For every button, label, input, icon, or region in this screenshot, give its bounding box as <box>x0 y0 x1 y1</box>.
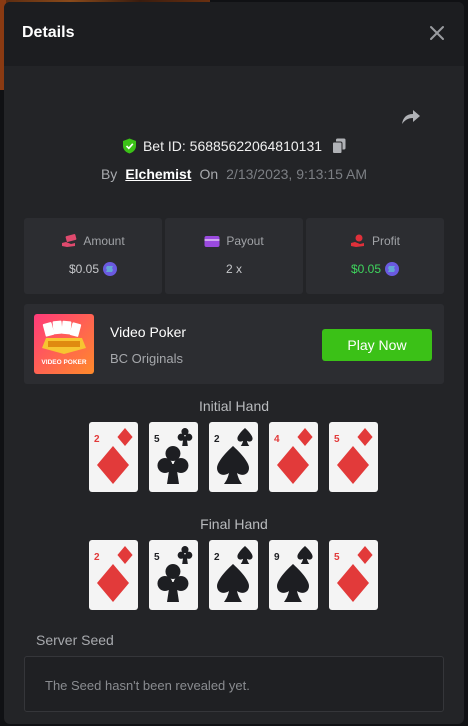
bet-author-row: By Elchemist On 2/13/2023, 9:13:15 AM <box>4 164 464 184</box>
bet-date: 2/13/2023, 9:13:15 AM <box>226 166 368 182</box>
hand-coin-icon <box>350 234 364 247</box>
card-rank: 9 <box>274 552 280 563</box>
clubs-suit-icon <box>157 564 189 602</box>
spades-suit-icon <box>297 546 313 564</box>
copy-icon[interactable] <box>332 138 346 154</box>
playing-card: 5 <box>149 422 198 492</box>
diamonds-suit-icon <box>97 446 129 484</box>
thumb-text: VIDEO POKER <box>41 359 86 366</box>
game-name[interactable]: Video Poker <box>110 324 186 340</box>
diamonds-suit-icon <box>97 564 129 602</box>
stat-payout-value: 2 x <box>225 262 242 276</box>
card-rank: 5 <box>334 434 340 445</box>
by-label: By <box>100 166 118 182</box>
initial-hand: 2 5 2 4 5 <box>89 422 379 492</box>
playing-card: 4 <box>269 422 318 492</box>
spades-suit-icon <box>217 446 249 484</box>
stat-amount-value: $0.05 <box>68 262 100 276</box>
game-thumbnail[interactable]: VIDEO POKER <box>34 314 94 374</box>
playing-card: 2 <box>89 422 138 492</box>
close-icon <box>430 26 444 40</box>
diamonds-suit-icon <box>337 446 369 484</box>
user-link[interactable]: Elchemist <box>125 166 191 182</box>
stat-amount-label: Amount <box>83 234 125 248</box>
money-hand-icon <box>62 234 77 247</box>
stat-profit-label: Profit <box>371 234 400 248</box>
final-hand: 2 5 2 9 5 <box>89 540 379 610</box>
playing-card: 2 <box>209 540 258 610</box>
initial-hand-title: Initial Hand <box>198 398 270 414</box>
stat-payout-label: Payout <box>226 234 264 248</box>
spades-suit-icon <box>277 564 309 602</box>
diamonds-suit-icon <box>117 546 133 564</box>
clubs-suit-icon <box>177 546 193 564</box>
game-card: VIDEO POKER Video Poker BC Originals Pla… <box>24 304 444 384</box>
verified-shield-icon <box>122 138 136 154</box>
playing-card: 2 <box>89 540 138 610</box>
share-icon <box>402 110 420 124</box>
spades-suit-icon <box>237 546 253 564</box>
playing-card: 9 <box>269 540 318 610</box>
diamonds-suit-icon <box>297 428 313 446</box>
clubs-suit-icon <box>177 428 193 446</box>
final-hand-title: Final Hand <box>200 516 268 532</box>
modal-title: Details <box>22 24 75 41</box>
diamonds-suit-icon <box>357 428 373 446</box>
stat-profit: Profit $0.05 <box>306 218 444 294</box>
diamonds-suit-icon <box>357 546 373 564</box>
server-seed-box: The Seed hasn't been revealed yet. <box>24 656 444 712</box>
card-rank: 2 <box>94 552 100 563</box>
card-rank: 2 <box>214 552 220 563</box>
play-now-button[interactable]: Play Now <box>322 329 432 361</box>
share-button[interactable] <box>400 106 422 128</box>
clubs-suit-icon <box>157 446 189 484</box>
stat-profit-value: $0.05 <box>350 262 382 276</box>
playing-card: 2 <box>209 422 258 492</box>
server-seed-label: Server Seed <box>36 632 114 648</box>
video-poker-logo: VIDEO POKER <box>34 314 94 374</box>
on-label: On <box>199 166 219 182</box>
card-rank: 4 <box>274 434 280 445</box>
solana-coin-icon <box>385 262 400 276</box>
details-modal: Details Bet ID: 56885622064810131 By Elc… <box>4 2 464 724</box>
playing-card: 5 <box>329 422 378 492</box>
diamonds-suit-icon <box>117 428 133 446</box>
card-rank: 5 <box>154 552 160 563</box>
stat-amount: Amount $0.05 <box>24 218 162 294</box>
wallet-icon <box>204 235 220 247</box>
close-button[interactable] <box>426 22 448 44</box>
card-rank: 2 <box>94 434 100 445</box>
playing-card: 5 <box>329 540 378 610</box>
spades-suit-icon <box>217 564 249 602</box>
spades-suit-icon <box>237 428 253 446</box>
modal-header: Details <box>4 2 464 66</box>
bet-stats: Amount $0.05 Payout 2 x Profit $0.05 <box>24 218 444 294</box>
server-seed-text: The Seed hasn't been revealed yet. <box>45 678 250 693</box>
playing-card: 5 <box>149 540 198 610</box>
game-provider: BC Originals <box>110 351 183 366</box>
card-rank: 5 <box>154 434 160 445</box>
card-rank: 5 <box>334 552 340 563</box>
diamonds-suit-icon <box>277 446 309 484</box>
solana-coin-icon <box>103 262 118 276</box>
diamonds-suit-icon <box>337 564 369 602</box>
card-rank: 2 <box>214 434 220 445</box>
bet-id-row: Bet ID: 56885622064810131 <box>4 136 464 156</box>
bet-id-label: Bet ID: 56885622064810131 <box>142 138 323 154</box>
stat-payout: Payout 2 x <box>165 218 303 294</box>
